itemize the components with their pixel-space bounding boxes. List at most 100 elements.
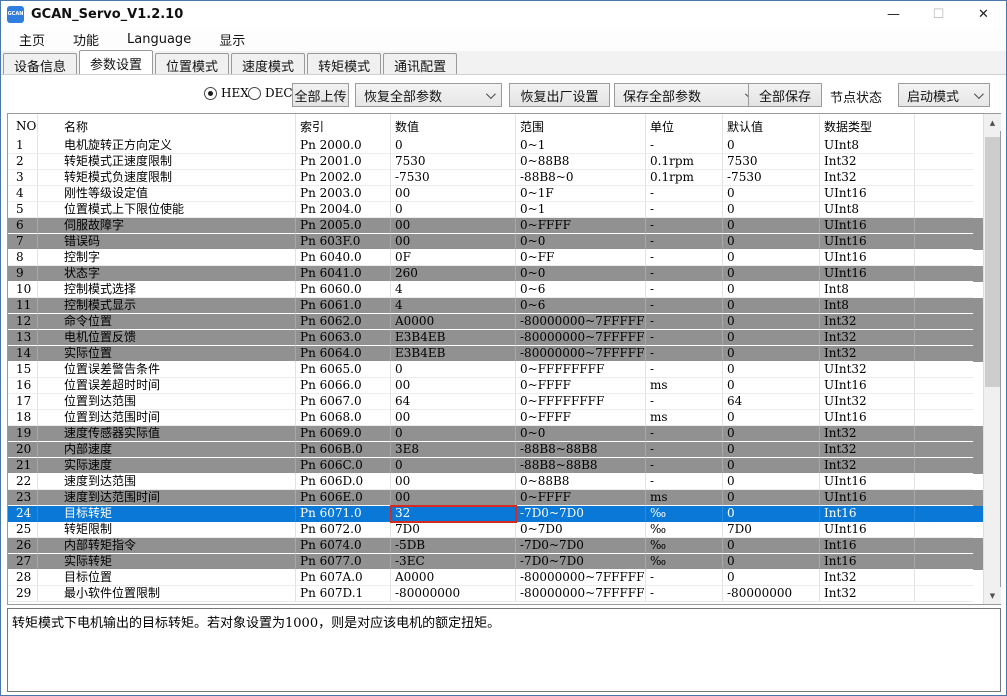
cell-value[interactable]: 00 [391, 378, 516, 394]
cell-value[interactable]: 64 [391, 394, 516, 410]
table-row[interactable]: 19 速度传感器实际值 Pn 6069.0 0 0~0 - 0 Int32 [8, 426, 983, 442]
radio-hex-icon[interactable] [204, 87, 217, 100]
upload-all-button[interactable]: 全部上传 [292, 83, 349, 107]
radio-dec-icon[interactable] [248, 87, 261, 100]
cell-name[interactable]: 实际速度 [38, 458, 296, 474]
tab-parameter-settings[interactable]: 参数设置 [79, 50, 153, 74]
cell-name[interactable]: 电机旋转正方向定义 [38, 138, 296, 154]
radio-hex[interactable]: HEX [204, 86, 249, 100]
table-row[interactable]: 6 伺服故障字 Pn 2005.0 00 0~FFFF - 0 UInt16 [8, 218, 983, 234]
cell-value[interactable]: -3EC [391, 554, 516, 570]
menu-function[interactable]: 功能 [63, 28, 109, 51]
cell-value[interactable]: 3E8 [391, 442, 516, 458]
table-row[interactable]: 16 位置误差超时时间 Pn 6066.0 00 0~FFFF ms 0 UIn… [8, 378, 983, 394]
table-row[interactable]: 24 目标转矩 Pn 6071.0 32 -7D0~7D0 ‰ 0 Int16 [8, 506, 983, 522]
cell-name[interactable]: 速度到达范围 [38, 474, 296, 490]
cell-name[interactable]: 目标位置 [38, 570, 296, 586]
cell-name[interactable]: 实际转矩 [38, 554, 296, 570]
cell-name[interactable]: 速度到达范围时间 [38, 490, 296, 506]
table-row[interactable]: 2 转矩模式正速度限制 Pn 2001.0 7530 0~88B8 0.1rpm… [8, 154, 983, 170]
cell-value[interactable]: 00 [391, 410, 516, 426]
cell-value[interactable]: 00 [391, 234, 516, 250]
cell-value[interactable]: 00 [391, 490, 516, 506]
cell-name[interactable]: 错误码 [38, 234, 296, 250]
table-row[interactable]: 17 位置到达范围 Pn 6067.0 64 0~FFFFFFFF - 64 U… [8, 394, 983, 410]
cell-name[interactable]: 实际位置 [38, 346, 296, 362]
restore-all-params-dropdown[interactable]: 恢复全部参数 [355, 83, 502, 107]
cell-name[interactable]: 位置模式上下限位使能 [38, 202, 296, 218]
tab-position-mode[interactable]: 位置模式 [155, 53, 229, 74]
cell-value[interactable]: 0F [391, 250, 516, 266]
table-row[interactable]: 5 位置模式上下限位使能 Pn 2004.0 0 0~1 - 0 UInt8 [8, 202, 983, 218]
table-row[interactable]: 26 内部转矩指令 Pn 6074.0 -5DB -7D0~7D0 ‰ 0 In… [8, 538, 983, 554]
tab-comm-config[interactable]: 通讯配置 [383, 53, 457, 74]
cell-name[interactable]: 状态字 [38, 266, 296, 282]
save-all-button[interactable]: 全部保存 [748, 83, 822, 107]
cell-value[interactable]: -5DB [391, 538, 516, 554]
table-row[interactable]: 21 实际速度 Pn 606C.0 0 -88B8~88B8 - 0 Int32 [8, 458, 983, 474]
cell-name[interactable]: 位置误差超时时间 [38, 378, 296, 394]
table-row[interactable]: 7 错误码 Pn 603F.0 00 0~0 - 0 UInt16 [8, 234, 983, 250]
close-button[interactable]: ✕ [961, 1, 1006, 27]
cell-name[interactable]: 命令位置 [38, 314, 296, 330]
cell-value[interactable]: 4 [391, 282, 516, 298]
table-row[interactable]: 22 速度到达范围 Pn 606D.0 00 0~88B8 - 0 UInt16 [8, 474, 983, 490]
cell-value[interactable]: 32 [391, 506, 516, 522]
factory-reset-button[interactable]: 恢复出厂设置 [509, 83, 610, 107]
cell-value[interactable]: 0 [391, 458, 516, 474]
table-row[interactable]: 1 电机旋转正方向定义 Pn 2000.0 0 0~1 - 0 UInt8 [8, 138, 983, 154]
cell-value[interactable]: 00 [391, 218, 516, 234]
cell-name[interactable]: 内部速度 [38, 442, 296, 458]
cell-value[interactable]: -7530 [391, 170, 516, 186]
table-row[interactable]: 11 控制模式显示 Pn 6061.0 4 0~6 - 0 Int8 [8, 298, 983, 314]
menu-display[interactable]: 显示 [209, 28, 255, 51]
cell-value[interactable]: 7530 [391, 154, 516, 170]
cell-name[interactable]: 转矩模式负速度限制 [38, 170, 296, 186]
cell-value[interactable]: 0 [391, 426, 516, 442]
cell-name[interactable]: 控制模式显示 [38, 298, 296, 314]
scroll-up-icon[interactable]: ▲ [984, 114, 1001, 131]
cell-name[interactable]: 速度传感器实际值 [38, 426, 296, 442]
cell-name[interactable]: 电机位置反馈 [38, 330, 296, 346]
cell-value[interactable]: 260 [391, 266, 516, 282]
table-row[interactable]: 4 刚性等级设定值 Pn 2003.0 00 0~1F - 0 UInt16 [8, 186, 983, 202]
tab-speed-mode[interactable]: 速度模式 [231, 53, 305, 74]
table-row[interactable]: 29 最小软件位置限制 Pn 607D.1 -80000000 -8000000… [8, 586, 983, 602]
cell-name[interactable]: 最小软件位置限制 [38, 586, 296, 602]
table-row[interactable]: 25 转矩限制 Pn 6072.0 7D0 0~7D0 ‰ 7D0 UInt16 [8, 522, 983, 538]
menu-language[interactable]: Language [117, 30, 201, 49]
radio-dec[interactable]: DEC [248, 86, 293, 100]
table-row[interactable]: 13 电机位置反馈 Pn 6063.0 E3B4EB -80000000~7FF… [8, 330, 983, 346]
table-row[interactable]: 20 内部速度 Pn 606B.0 3E8 -88B8~88B8 - 0 Int… [8, 442, 983, 458]
cell-value[interactable]: 4 [391, 298, 516, 314]
scrollbar-thumb[interactable] [985, 137, 1000, 387]
table-row[interactable]: 28 目标位置 Pn 607A.0 A0000 -80000000~7FFFFF… [8, 570, 983, 586]
minimize-button[interactable]: — [871, 1, 916, 27]
cell-name[interactable]: 转矩模式正速度限制 [38, 154, 296, 170]
table-row[interactable]: 12 命令位置 Pn 6062.0 A0000 -80000000~7FFFFF… [8, 314, 983, 330]
cell-value[interactable]: 00 [391, 474, 516, 490]
cell-value[interactable]: A0000 [391, 570, 516, 586]
cell-name[interactable]: 控制模式选择 [38, 282, 296, 298]
tab-torque-mode[interactable]: 转矩模式 [307, 53, 381, 74]
menu-home[interactable]: 主页 [9, 28, 55, 51]
cell-name[interactable]: 位置到达范围 [38, 394, 296, 410]
startup-mode-dropdown[interactable]: 启动模式 [898, 83, 990, 107]
cell-name[interactable]: 刚性等级设定值 [38, 186, 296, 202]
table-row[interactable]: 15 位置误差警告条件 Pn 6065.0 0 0~FFFFFFFF - 0 U… [8, 362, 983, 378]
table-row[interactable]: 9 状态字 Pn 6041.0 260 0~0 - 0 UInt16 [8, 266, 983, 282]
cell-value[interactable]: -80000000 [391, 586, 516, 602]
cell-name[interactable]: 转矩限制 [38, 522, 296, 538]
save-all-params-dropdown[interactable]: 保存全部参数 [614, 83, 761, 107]
scroll-down-icon[interactable]: ▼ [984, 587, 1001, 604]
cell-name[interactable]: 控制字 [38, 250, 296, 266]
vertical-scrollbar[interactable]: ▲ ▼ [983, 114, 1000, 604]
cell-value[interactable]: E3B4EB [391, 346, 516, 362]
cell-value[interactable]: 0 [391, 202, 516, 218]
cell-value[interactable]: 0 [391, 138, 516, 154]
table-row[interactable]: 23 速度到达范围时间 Pn 606E.0 00 0~FFFF ms 0 UIn… [8, 490, 983, 506]
table-row[interactable]: 3 转矩模式负速度限制 Pn 2002.0 -7530 -88B8~0 0.1r… [8, 170, 983, 186]
cell-value[interactable]: 00 [391, 186, 516, 202]
cell-name[interactable]: 伺服故障字 [38, 218, 296, 234]
cell-name[interactable]: 目标转矩 [38, 506, 296, 522]
